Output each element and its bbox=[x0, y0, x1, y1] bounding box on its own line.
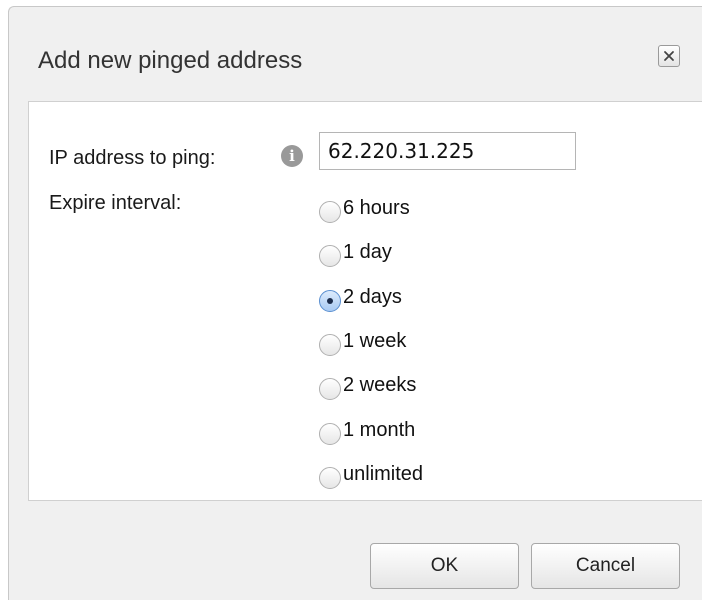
radio-button-selected[interactable] bbox=[319, 290, 341, 312]
close-icon bbox=[664, 51, 674, 61]
radio-option-label: 1 month bbox=[343, 418, 416, 441]
radio-button[interactable] bbox=[319, 201, 341, 223]
radio-option-label: unlimited bbox=[343, 462, 424, 485]
radio-option-label: 1 week bbox=[343, 329, 407, 352]
radio-option-label: 6 hours bbox=[343, 196, 410, 219]
ip-address-input[interactable] bbox=[319, 132, 576, 170]
ok-button[interactable]: OK bbox=[370, 543, 519, 589]
radio-option-1-week[interactable]: 1 week bbox=[319, 326, 406, 356]
radio-button[interactable] bbox=[319, 334, 341, 356]
dialog-titlebar: Add new pinged address bbox=[9, 7, 702, 107]
dialog-content: IP address to ping: i Expire interval: 6… bbox=[28, 101, 702, 501]
radio-option-label: 2 days bbox=[343, 285, 402, 308]
radio-option-label: 1 day bbox=[343, 240, 392, 263]
radio-option-label: 2 weeks bbox=[343, 373, 417, 396]
cancel-button[interactable]: Cancel bbox=[531, 543, 680, 589]
dialog-title: Add new pinged address bbox=[38, 47, 303, 74]
radio-button[interactable] bbox=[319, 245, 341, 267]
radio-button[interactable] bbox=[319, 467, 341, 489]
radio-button[interactable] bbox=[319, 378, 341, 400]
radio-option-1-month[interactable]: 1 month bbox=[319, 415, 415, 445]
expire-interval-label: Expire interval: bbox=[49, 192, 182, 214]
radio-option-unlimited[interactable]: unlimited bbox=[319, 459, 423, 489]
radio-button[interactable] bbox=[319, 423, 341, 445]
close-button[interactable] bbox=[658, 45, 680, 67]
radio-option-1-day[interactable]: 1 day bbox=[319, 237, 392, 267]
radio-option-6-hours[interactable]: 6 hours bbox=[319, 193, 410, 223]
radio-option-2-days[interactable]: 2 days bbox=[319, 282, 402, 312]
info-icon[interactable]: i bbox=[281, 145, 303, 167]
ip-address-label: IP address to ping: bbox=[49, 147, 216, 169]
add-pinged-address-dialog: Add new pinged address IP address to pin… bbox=[8, 6, 702, 600]
radio-option-2-weeks[interactable]: 2 weeks bbox=[319, 370, 416, 400]
